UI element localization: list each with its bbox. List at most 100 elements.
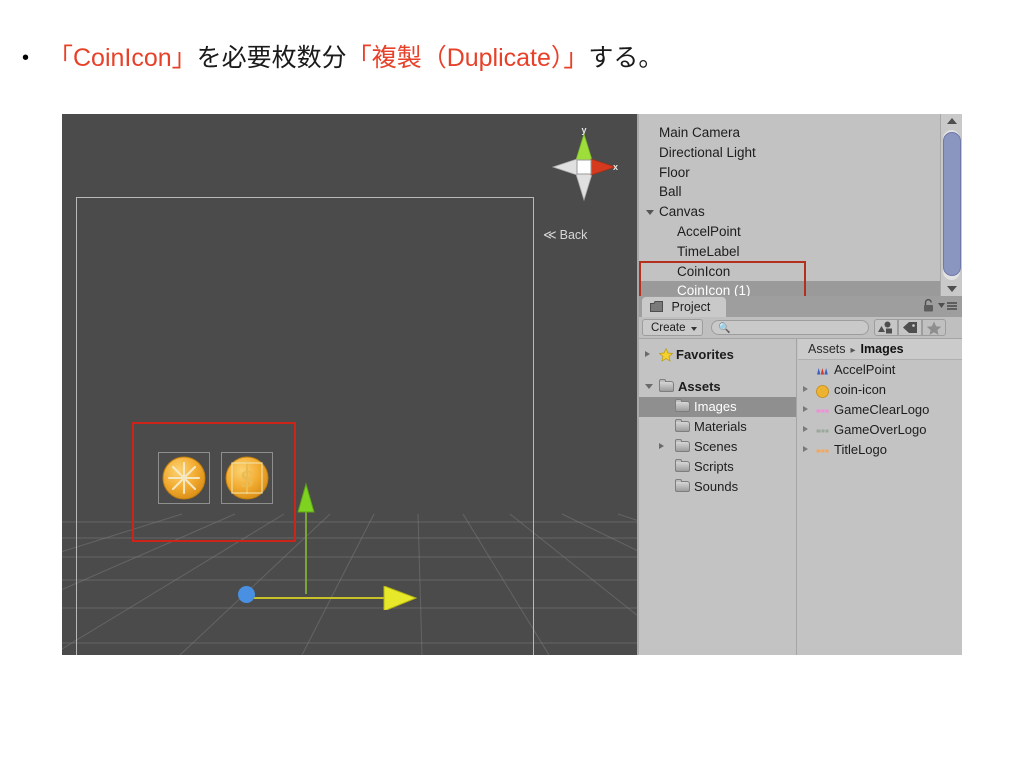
asset-item-label: GameClearLogo [834, 402, 930, 417]
scene-view-orientation-label[interactable]: ≪ Back [543, 227, 587, 243]
asset-item-label: TitleLogo [834, 442, 887, 457]
hierarchy-item-label: Main Camera [659, 125, 741, 140]
hierarchy-item-label: Ball [659, 184, 682, 200]
back-arrow-icon: ≪ [543, 227, 557, 242]
hierarchy-scroll-down-button[interactable] [941, 281, 962, 296]
breadcrumb-separator-icon: ▸ [850, 345, 856, 356]
project-folder-icon [650, 300, 666, 314]
hierarchy-scroll-thumb[interactable] [943, 132, 961, 276]
hierarchy-item-floor[interactable]: Floor [639, 163, 938, 183]
hierarchy-item-canvas[interactable]: Canvas [639, 202, 938, 222]
scene-view[interactable]: S y x ≪Back [62, 114, 637, 655]
folder-icon [675, 459, 690, 472]
logo-icon [816, 424, 829, 437]
coin-icon: S [816, 384, 829, 398]
scene-view-axis-gizmo[interactable]: y x [549, 128, 619, 206]
project-tree-item-favorites[interactable]: Favorites [639, 345, 796, 365]
hierarchy-item-label: Floor [659, 164, 690, 180]
search-field[interactable]: 🔍 [711, 320, 869, 336]
gizmo-y-cone [575, 132, 593, 161]
slide-heading: • 「CoinIcon」を必要枚数分「複製（Duplicate）」する。 [22, 38, 982, 74]
hierarchy-item-timelabel[interactable]: TimeLabel [639, 242, 938, 262]
heading-segment-coinicon: 「CoinIcon」 [48, 44, 197, 72]
hierarchy-item-coinicon-1[interactable]: CoinIcon (1) [639, 281, 962, 296]
filter-by-type-button[interactable] [874, 319, 898, 336]
project-tree-item-images[interactable]: Images [639, 397, 796, 417]
lock-icon[interactable] [923, 299, 934, 312]
hierarchy-item-ball[interactable]: Ball [639, 182, 938, 202]
folder-icon [675, 479, 690, 492]
panel-menu-icon[interactable] [938, 301, 957, 311]
search-input[interactable] [732, 321, 866, 336]
create-button[interactable]: Create [642, 319, 703, 336]
hierarchy-scroll-up-button[interactable] [941, 114, 962, 129]
hierarchy-item-accelpoint[interactable]: AccelPoint [639, 222, 938, 242]
project-tree-item-scenes[interactable]: Scenes [639, 437, 796, 457]
folder-icon [659, 379, 674, 392]
project-tab-label: Project [671, 300, 711, 314]
breadcrumb-root[interactable]: Assets [808, 342, 846, 356]
back-label: Back [559, 228, 588, 242]
hierarchy-item-label: CoinIcon [677, 263, 731, 279]
heading-segment-duplicate: 「複製（Duplicate）」 [346, 44, 589, 72]
project-tree-item-scripts[interactable]: Scripts [639, 457, 796, 477]
move-gizmo-y-arrow[interactable] [296, 482, 316, 594]
breadcrumb[interactable]: Assets ▸ Images [798, 339, 962, 360]
pivot-handle[interactable] [238, 586, 255, 603]
hierarchy-item-coinicon[interactable]: CoinIcon [639, 262, 938, 282]
chevron-right-icon[interactable] [645, 351, 650, 357]
gizmo-center-cube [576, 159, 592, 175]
hierarchy-list[interactable]: Main Camera Directional Light Floor Ball Can… [639, 114, 962, 296]
folder-icon [675, 419, 690, 432]
accel-arrows-icon [816, 364, 829, 377]
hierarchy-panel[interactable]: Main Camera Directional Light Floor Ball Can… [637, 114, 962, 296]
project-body: Favorites Assets Images Materials Scenes Scri… [639, 339, 962, 655]
tab-project[interactable]: Project [642, 297, 727, 317]
chevron-down-icon [690, 327, 697, 331]
asset-item-label: GameOverLogo [834, 422, 927, 437]
hierarchy-scrollbar[interactable] [940, 114, 962, 296]
scene-selection-highlight-rect [132, 422, 296, 542]
asset-item-coin-icon[interactable]: Scoin-icon [798, 380, 962, 400]
project-tree-item-label: Sounds [694, 479, 739, 494]
project-tree-item-materials[interactable]: Materials [639, 417, 796, 437]
hierarchy-item-label: Directional Light [659, 144, 756, 160]
chevron-right-icon[interactable] [803, 426, 808, 432]
chevron-right-icon[interactable] [803, 446, 808, 452]
unity-editor-window: S y x ≪Back [62, 114, 962, 655]
filter-by-label-button[interactable] [898, 319, 922, 336]
chevron-down-icon[interactable] [646, 210, 654, 218]
gizmo-y-label: y [581, 128, 586, 135]
project-tree-pane[interactable]: Favorites Assets Images Materials Scenes Scri… [639, 339, 797, 655]
hierarchy-item-directional-light[interactable]: Directional Light [639, 143, 938, 163]
project-toolbar: Create 🔍 [639, 317, 962, 339]
chevron-right-icon[interactable] [659, 443, 664, 449]
hierarchy-item-label: Canvas [659, 204, 705, 220]
project-tab-bar: Project [639, 296, 962, 317]
project-tree-item-sounds[interactable]: Sounds [639, 477, 796, 497]
project-tree-item-label: Favorites [676, 347, 734, 362]
chevron-right-icon[interactable] [803, 386, 808, 392]
asset-list[interactable]: AccelPoint Scoin-icon GameClearLogo GameOve… [798, 360, 962, 460]
move-gizmo-x-arrow[interactable] [244, 586, 419, 610]
project-panel[interactable]: Project Create 🔍 Favorites Assets Images… [637, 296, 962, 655]
folder-icon [675, 439, 690, 452]
asset-item-titlelogo[interactable]: TitleLogo [798, 440, 962, 460]
project-tree-item-assets[interactable]: Assets [639, 377, 796, 397]
svg-text:S: S [820, 387, 825, 397]
asset-item-gameoverlogo[interactable]: GameOverLogo [798, 420, 962, 440]
project-assets-pane[interactable]: Assets ▸ Images AccelPoint Scoin-icon GameCl… [798, 339, 962, 655]
asset-item-gameclearlogo[interactable]: GameClearLogo [798, 400, 962, 420]
favorites-filter-button[interactable] [922, 319, 946, 336]
gizmo-negative-x-cone [551, 158, 578, 176]
logo-icon [816, 404, 829, 417]
hierarchy-item-main-camera[interactable]: Main Camera [639, 123, 938, 143]
heading-segment-suru: する。 [588, 44, 664, 72]
gizmo-x-label: x [613, 162, 618, 172]
chevron-right-icon[interactable] [803, 406, 808, 412]
logo-icon [816, 444, 829, 457]
chevron-down-icon[interactable] [645, 384, 653, 392]
asset-item-accelpoint[interactable]: AccelPoint [798, 360, 962, 380]
create-button-label: Create [651, 322, 686, 334]
